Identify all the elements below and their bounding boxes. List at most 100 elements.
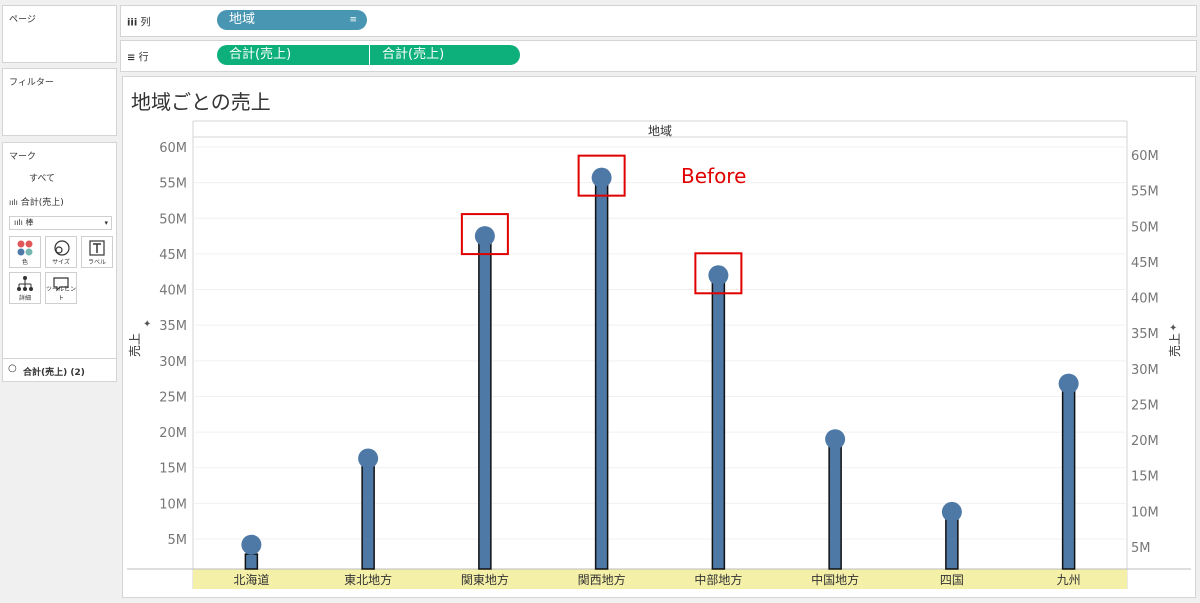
circle-mark-icon: ○ (8, 363, 17, 374)
circle-mark (708, 265, 729, 286)
bar (244, 553, 259, 570)
circle-mark (591, 167, 612, 188)
right-tick-label: 35M (1131, 327, 1159, 342)
bar (594, 175, 609, 570)
left-tick-label: 35M (159, 319, 187, 334)
circle-mark (825, 429, 846, 450)
size-icon (54, 240, 70, 256)
tooltip-button[interactable]: ツールヒント (45, 272, 77, 304)
category-label: 関東地方 (461, 572, 509, 587)
pages-title: ページ (9, 15, 36, 25)
gridlines (193, 146, 1127, 540)
left-tick-label: 40M (159, 284, 187, 299)
columns-icon: iii (127, 17, 138, 29)
rows-shelf[interactable]: ≡ 行 合計(売上) 合計(売上) (120, 40, 1197, 72)
region-pill-label: 地域 (229, 12, 256, 27)
detail-button-label: 詳細 (18, 295, 31, 302)
columns-shelf-label: iii 列 (127, 14, 150, 29)
right-tick-label: 55M (1131, 185, 1159, 200)
detail-icon (17, 276, 33, 291)
category-label: 東北地方 (344, 572, 392, 587)
circle-mark (941, 501, 962, 522)
marks-measure2-panel[interactable]: ○ 合計(売上) (2) (2, 358, 117, 382)
right-axis: 5M 10M 15M 20M 25M 30M 35M 40M 45M 50M 55M 60M (1131, 149, 1159, 556)
bar (828, 442, 842, 570)
region-pill[interactable]: 地域 ≡ (217, 10, 367, 30)
view-title: 地域ごとの売上 (131, 90, 271, 114)
marks-measure2-label: 合計(売上) (2) (23, 368, 85, 378)
category-label: 九州 (1057, 573, 1081, 587)
category-label: 中部地方 (694, 572, 742, 587)
right-tick-label: 45M (1131, 256, 1159, 271)
bar-chart-icon: ıılı (9, 198, 18, 207)
before-annotation: Before (681, 164, 746, 188)
sales-pill-1-label: 合計(売上) (229, 47, 292, 62)
bar (945, 517, 959, 570)
column-header: 地域 (648, 124, 672, 138)
label-button[interactable]: ラベル (81, 236, 113, 268)
rows-shelf-label: ≡ 行 (127, 49, 149, 64)
right-tick-label: 5M (1131, 541, 1151, 556)
right-tick-label: 25M (1131, 398, 1159, 413)
pin-icon: ✦ (143, 319, 151, 330)
marks-panel: マーク すべて ıılı 合計(売上) ıılı 棒 ▾ 色 サイズ ラベル 詳 (2, 142, 117, 382)
chart-view: 地域ごとの売上 地域 5M 10M 15M 20M 25M 30M 35M 40M 45M 50M… (122, 76, 1196, 598)
circle-mark (358, 448, 379, 469)
category-label: 関西地方 (578, 572, 626, 587)
left-tick-label: 20M (159, 426, 187, 441)
category-label: 北海道 (233, 572, 269, 587)
right-axis-label: 売上 (1167, 333, 1182, 357)
sales-pill-2-label: 合計(売上) (382, 47, 445, 62)
left-tick-label: 10M (159, 497, 187, 512)
columns-shelf[interactable]: iii 列 地域 ≡ (120, 5, 1197, 37)
bar (711, 275, 726, 570)
size-button-label: サイズ (52, 259, 70, 266)
left-tick-label: 45M (159, 248, 187, 263)
mark-type-select[interactable]: ıılı 棒 ▾ (9, 216, 112, 230)
mark-type-value: 棒 (25, 218, 34, 227)
right-tick-label: 40M (1131, 292, 1159, 307)
left-tick-label: 50M (159, 212, 187, 227)
chart-svg: 地域ごとの売上 地域 5M 10M 15M 20M 25M 30M 35M 40M 45M 50M… (127, 90, 1191, 589)
category-label: 四国 (940, 573, 964, 587)
text-label-icon (89, 240, 105, 256)
left-tick-label: 55M (159, 177, 187, 192)
marks-all-tab[interactable]: すべて (29, 171, 55, 184)
right-tick-label: 60M (1131, 149, 1159, 164)
detail-button[interactable]: 詳細 (9, 272, 41, 304)
bar (478, 236, 492, 570)
right-tick-label: 20M (1131, 434, 1159, 449)
marks-measure-tab[interactable]: ıılı 合計(売上) (9, 195, 64, 208)
bar (1061, 385, 1076, 570)
left-tick-label: 25M (159, 390, 187, 405)
sales-pill-1[interactable]: 合計(売上) (217, 45, 369, 65)
circle-mark (474, 226, 495, 247)
sort-icon: ≡ (349, 15, 357, 25)
left-tick-label: 5M (168, 533, 188, 548)
left-tick-label: 30M (159, 355, 187, 370)
sales-pill-2[interactable]: 合計(売上) (370, 45, 520, 65)
rows-icon: ≡ (127, 52, 136, 64)
bar (361, 460, 375, 570)
right-tick-label: 15M (1131, 470, 1159, 485)
left-tick-label: 60M (159, 141, 187, 156)
size-button[interactable]: サイズ (45, 236, 77, 268)
circle-mark (1058, 373, 1079, 394)
pin-icon: ✦ (1169, 323, 1177, 334)
tooltip-button-label: ツールヒント (46, 286, 77, 302)
left-tick-label: 15M (159, 462, 187, 477)
bar-chart-icon: ıılı (14, 218, 23, 227)
color-icon (17, 240, 33, 256)
label-button-label: ラベル (87, 259, 106, 266)
color-button-label: 色 (21, 259, 28, 266)
right-tick-label: 30M (1131, 363, 1159, 378)
marks-measure-label: 合計(売上) (20, 198, 64, 208)
right-tick-label: 50M (1131, 220, 1159, 235)
pages-panel: ページ (2, 5, 117, 63)
columns-label-text: 列 (140, 17, 151, 29)
left-axis-label: 売上 (127, 333, 142, 357)
right-tick-label: 10M (1131, 505, 1159, 520)
filters-title: フィルター (9, 78, 54, 88)
marks-title: マーク (9, 152, 37, 162)
color-button[interactable]: 色 (9, 236, 41, 268)
